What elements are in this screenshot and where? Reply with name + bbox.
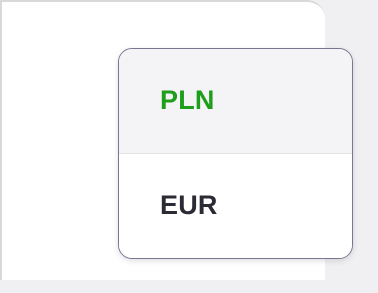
currency-option-label: PLN	[160, 85, 215, 116]
currency-dropdown-menu: PLN EUR	[118, 48, 353, 259]
currency-option-label: EUR	[160, 190, 218, 221]
currency-option-eur[interactable]: EUR	[119, 153, 352, 258]
currency-option-pln[interactable]: PLN	[119, 49, 352, 154]
background-strip	[0, 280, 378, 293]
